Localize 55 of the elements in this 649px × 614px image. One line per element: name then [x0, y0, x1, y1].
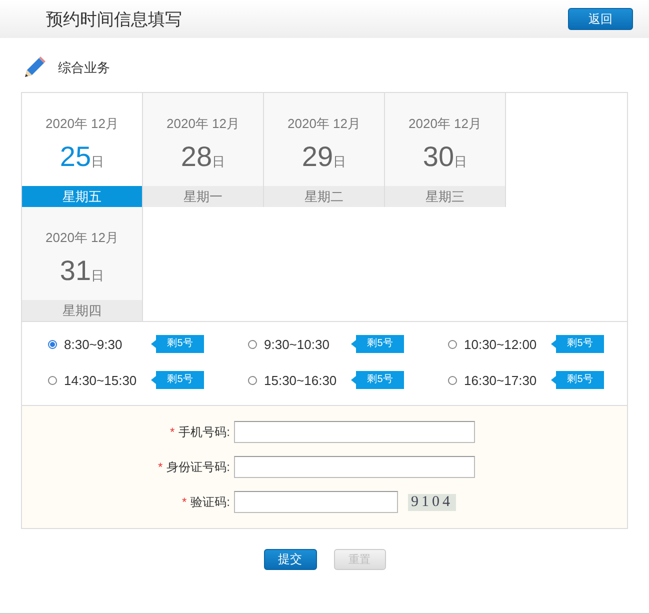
submit-button[interactable]: 提交 [264, 549, 316, 570]
remaining-badge: 剩5号 [351, 335, 404, 353]
date-card[interactable]: 2020年 12月 30 日 星期三 [385, 93, 506, 207]
weekday-label: 星期一 [143, 186, 263, 207]
year-month: 2020年 12月 [46, 229, 118, 247]
section-title: 综合业务 [58, 59, 110, 77]
radio-button[interactable] [248, 376, 257, 384]
day-number: 28 [180, 141, 212, 173]
day-unit: 日 [212, 153, 226, 171]
time-slot-label: 15:30~16:30 [264, 372, 338, 388]
radio-button[interactable] [248, 340, 257, 348]
day-number: 25 [60, 141, 92, 173]
time-slot-label: 14:30~15:30 [64, 372, 138, 388]
remaining-badge: 剩5号 [151, 371, 204, 389]
time-slot-label: 16:30~17:30 [464, 372, 538, 388]
date-card[interactable]: 2020年 12月 29 日 星期二 [264, 93, 385, 207]
back-button[interactable]: 返回 [568, 8, 633, 30]
weekday-label: 星期二 [264, 186, 384, 207]
date-card[interactable]: 2020年 12月 28 日 星期一 [143, 93, 264, 207]
captcha-image[interactable]: 9104 [408, 494, 456, 510]
field-label: * 身份证号码: [156, 458, 231, 476]
radio-button[interactable] [448, 340, 457, 348]
weekday-label: 星期三 [385, 186, 505, 207]
day-unit: 日 [91, 153, 104, 171]
time-slot-label: 8:30~9:30 [64, 336, 124, 352]
year-month: 2020年 12月 [408, 115, 482, 133]
weekday-label: 星期四 [22, 300, 142, 321]
time-slot-label: 9:30~10:30 [264, 336, 330, 352]
remaining-badge: 剩5号 [151, 335, 204, 353]
input-field[interactable] [234, 456, 475, 478]
date-card[interactable]: 2020年 12月 25 日 星期五 [22, 93, 143, 207]
year-month: 2020年 12月 [288, 115, 360, 133]
remaining-badge: 剩5号 [351, 371, 404, 389]
date-card[interactable]: 2020年 12月 31 日 星期四 [22, 207, 143, 321]
day-number: 29 [302, 141, 334, 173]
radio-button[interactable] [448, 376, 457, 384]
day-number: 30 [422, 141, 454, 173]
radio-button[interactable] [48, 376, 57, 384]
page-title: 预约时间信息填写 [46, 8, 182, 30]
year-month: 2020年 12月 [166, 115, 240, 133]
captcha-field[interactable] [234, 491, 398, 513]
day-unit: 日 [333, 153, 346, 171]
pencil-icon [22, 56, 46, 80]
remaining-badge: 剩5号 [551, 371, 604, 389]
remaining-badge: 剩5号 [551, 335, 604, 353]
weekday-label: 星期五 [22, 186, 142, 207]
input-field[interactable] [234, 421, 475, 443]
field-label: * 验证码: [180, 494, 231, 510]
day-unit: 日 [454, 153, 468, 171]
year-month: 2020年 12月 [46, 115, 118, 133]
radio-button[interactable] [48, 340, 57, 348]
time-slot-label: 10:30~12:00 [464, 336, 538, 352]
day-number: 31 [60, 255, 92, 287]
day-unit: 日 [91, 267, 104, 285]
field-label: * 手机号码: [168, 424, 231, 440]
